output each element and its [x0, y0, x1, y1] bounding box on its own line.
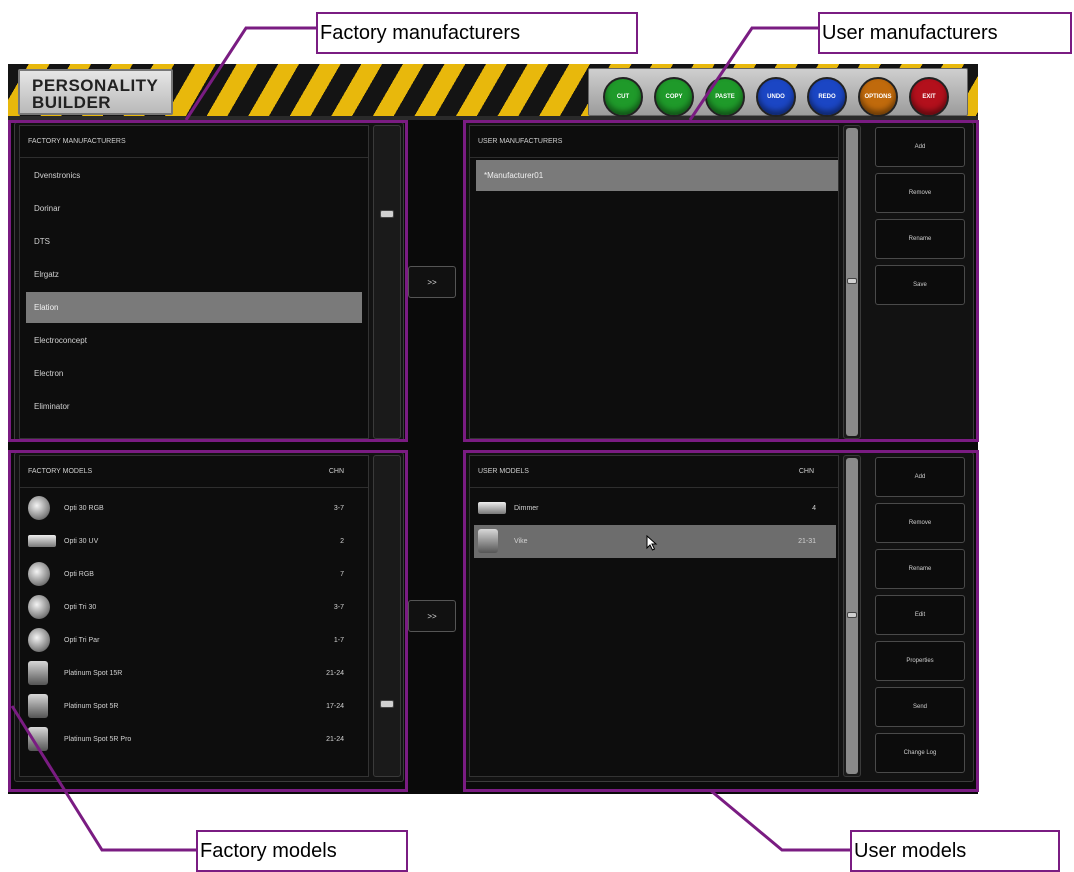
factory-models-highlight	[8, 450, 408, 792]
callout-line	[688, 26, 818, 121]
callout-line	[709, 788, 850, 852]
factory-manufacturers-highlight	[8, 120, 408, 442]
user-models-label: User models	[850, 830, 1060, 872]
user-models-highlight	[463, 450, 979, 792]
user-manufacturers-label: User manufacturers	[818, 12, 1072, 54]
callout-line	[184, 26, 316, 121]
user-manufacturers-highlight	[463, 120, 979, 442]
factory-models-label: Factory models	[196, 830, 408, 872]
factory-manufacturers-label: Factory manufacturers	[316, 12, 638, 54]
